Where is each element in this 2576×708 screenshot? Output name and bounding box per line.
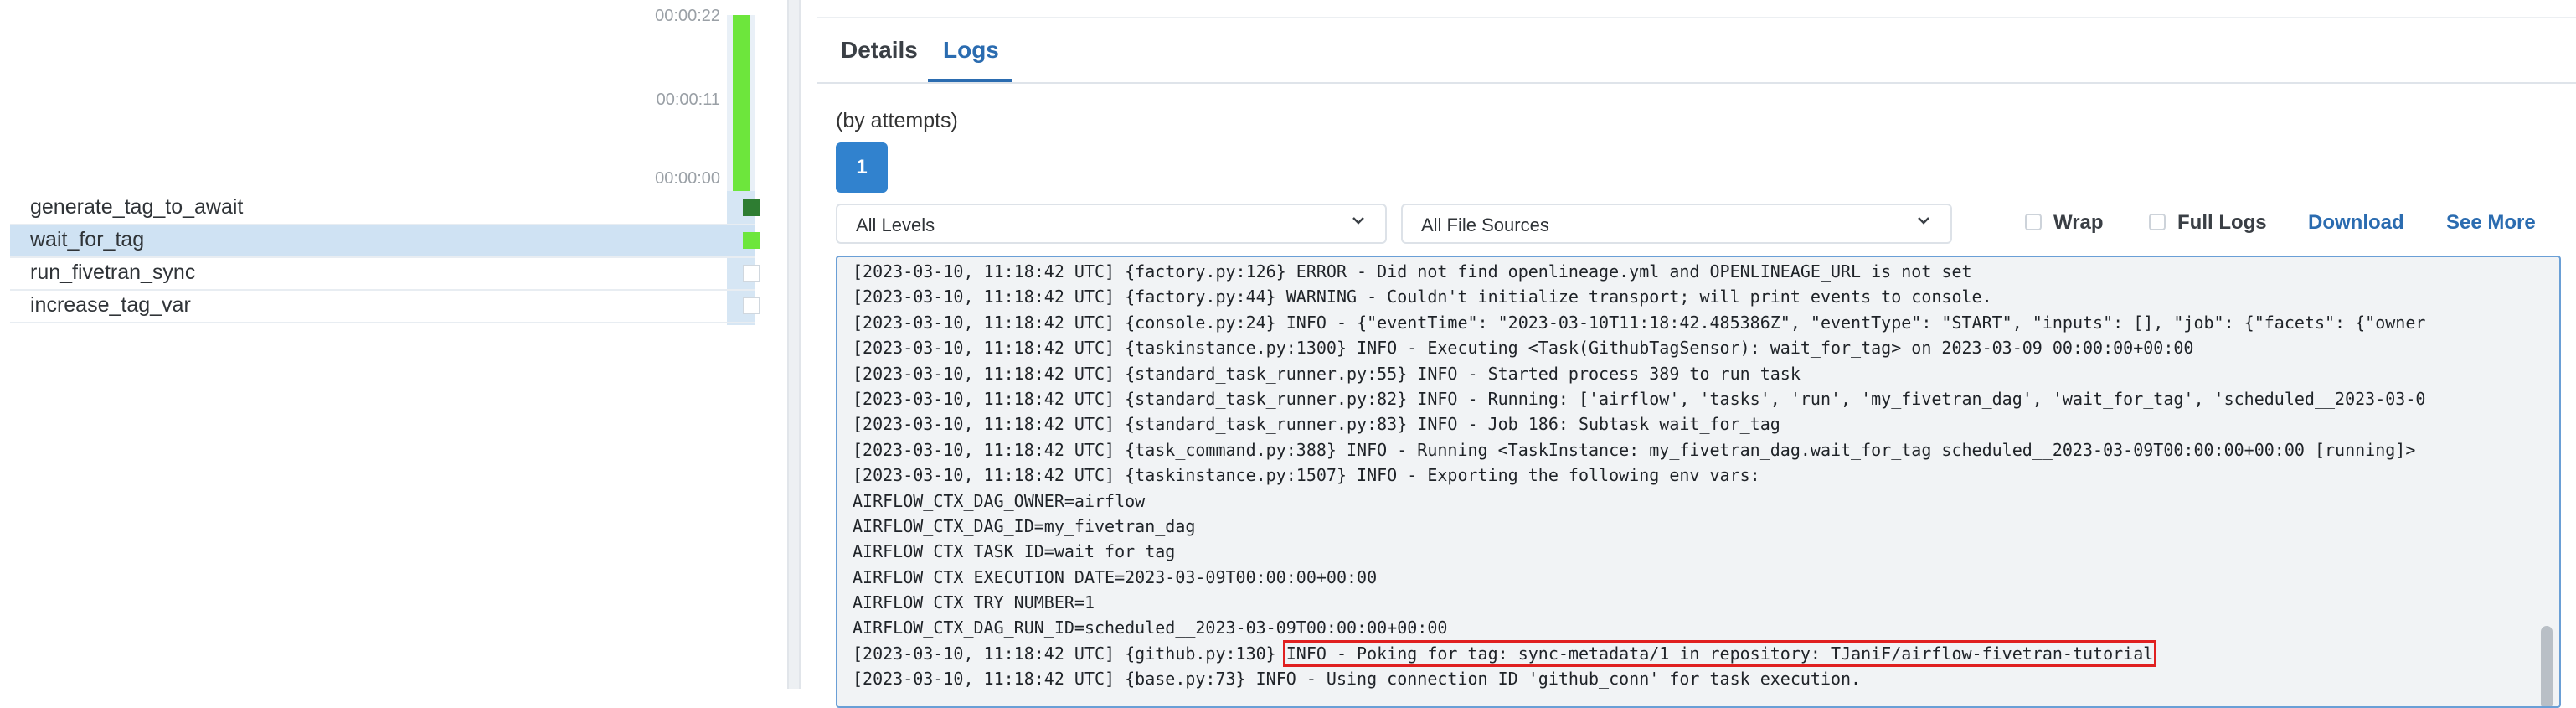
chevron-down-icon [1918, 217, 1929, 225]
task-name[interactable]: wait_for_tag [30, 228, 144, 252]
task-instance-none-square[interactable] [743, 265, 760, 282]
wrap-label: Wrap [2053, 211, 2104, 234]
log-line-text: AIRFLOW_CTX_DAG_ID=my_fivetran_dag [853, 515, 1196, 536]
log-line: [2023-03-10, 11:18:42 UTC] {standard_tas… [853, 386, 2425, 411]
log-line: AIRFLOW_CTX_DAG_ID=my_fivetran_dag [853, 514, 2425, 539]
file-source-select[interactable]: All File Sources [1401, 204, 1952, 244]
log-lines: [2023-03-10, 11:18:42 UTC] {factory.py:1… [853, 259, 2425, 692]
log-level-select[interactable]: All Levels [836, 204, 1387, 244]
dag-run-bar[interactable] [733, 15, 750, 191]
wrap-toggle[interactable]: Wrap [2025, 211, 2134, 236]
log-line-text: [2023-03-10, 11:18:42 UTC] {taskinstance… [853, 338, 2194, 359]
full-logs-label: Full Logs [2177, 211, 2267, 234]
log-line: [2023-03-10, 11:18:42 UTC] {standard_tas… [853, 361, 2425, 386]
top-divider [817, 17, 2576, 18]
log-line-text: AIRFLOW_CTX_EXECUTION_DATE=2023-03-09T00… [853, 566, 1378, 587]
log-line-text: [2023-03-10, 11:18:42 UTC] {task_command… [853, 439, 2416, 460]
tabs-divider [817, 82, 2576, 84]
panel-resize-divider[interactable] [787, 0, 801, 689]
log-line: [2023-03-10, 11:18:42 UTC] {taskinstance… [853, 335, 2425, 360]
task-instance-running-square[interactable] [743, 232, 760, 249]
duration-axis-label-min: 00:00:00 [655, 169, 720, 188]
grid-panel: 00:00:22 00:00:11 00:00:00 generate_tag_… [0, 0, 787, 689]
attempts-label: (by attempts) [836, 109, 958, 132]
highlighted-log-message: INFO - Poking for tag: sync-metadata/1 i… [1282, 639, 2157, 667]
log-line-text: [2023-03-10, 11:18:42 UTC] {console.py:2… [853, 312, 2426, 333]
log-line-text: [2023-03-10, 11:18:42 UTC] {taskinstance… [853, 465, 1760, 486]
log-line-text: [2023-03-10, 11:18:42 UTC] {standard_tas… [853, 414, 1780, 435]
task-instance-success-square[interactable] [743, 199, 760, 216]
tab-details[interactable]: Details [826, 32, 928, 82]
log-line-text: [2023-03-10, 11:18:42 UTC] {standard_tas… [853, 388, 2426, 409]
log-line-text: [2023-03-10, 11:18:42 UTC] {factory.py:1… [853, 261, 1972, 282]
details-panel: Details Logs (by attempts) 1 All Levels … [801, 0, 2576, 708]
log-line-text: [2023-03-10, 11:18:42 UTC] {standard_tas… [853, 363, 1801, 384]
log-line: [2023-03-10, 11:18:42 UTC] {factory.py:1… [853, 259, 2425, 284]
log-line: [2023-03-10, 11:18:42 UTC] {github.py:13… [853, 639, 2425, 667]
attempt-1-button[interactable]: 1 [836, 142, 888, 193]
task-name[interactable]: run_fivetran_sync [30, 261, 195, 285]
log-output[interactable]: [2023-03-10, 11:18:42 UTC] {factory.py:1… [836, 256, 2561, 708]
log-level-select-value: All Levels [856, 214, 935, 235]
log-line: [2023-03-10, 11:18:42 UTC] {base.py:73} … [853, 666, 2425, 691]
chevron-down-icon [1352, 217, 1364, 225]
duration-axis-label-mid: 00:00:11 [656, 90, 720, 109]
task-instance-none-square[interactable] [743, 297, 760, 314]
full-logs-toggle[interactable]: Full Logs [2149, 211, 2300, 236]
log-line: [2023-03-10, 11:18:42 UTC] {task_command… [853, 437, 2425, 463]
log-line: [2023-03-10, 11:18:42 UTC] {taskinstance… [853, 463, 2425, 488]
task-name[interactable]: generate_tag_to_await [30, 195, 243, 220]
task-row[interactable]: run_fivetran_sync [10, 257, 760, 291]
task-row[interactable]: wait_for_tag [10, 225, 760, 258]
run-duration-column [727, 15, 755, 191]
log-line: AIRFLOW_CTX_TASK_ID=wait_for_tag [853, 539, 2425, 564]
see-more-button[interactable]: See More [2446, 211, 2536, 235]
log-line-text: [2023-03-10, 11:18:42 UTC] {base.py:73} … [853, 669, 1862, 690]
log-scrollbar-thumb[interactable] [2541, 626, 2553, 706]
log-line: AIRFLOW_CTX_DAG_OWNER=airflow [853, 488, 2425, 514]
duration-axis-label-max: 00:00:22 [655, 7, 720, 25]
tab-logs[interactable]: Logs [928, 32, 1012, 82]
task-name[interactable]: increase_tag_var [30, 293, 191, 318]
log-line-text: AIRFLOW_CTX_DAG_RUN_ID=scheduled__2023-0… [853, 618, 1448, 638]
wrap-checkbox[interactable] [2025, 214, 2042, 230]
file-source-select-value: All File Sources [1421, 214, 1549, 235]
task-row[interactable]: generate_tag_to_await [10, 192, 760, 225]
log-line: AIRFLOW_CTX_TRY_NUMBER=1 [853, 590, 2425, 615]
log-line: AIRFLOW_CTX_DAG_RUN_ID=scheduled__2023-0… [853, 615, 2425, 640]
full-logs-checkbox[interactable] [2149, 214, 2166, 230]
log-line: [2023-03-10, 11:18:42 UTC] {console.py:2… [853, 310, 2425, 335]
log-line-text: AIRFLOW_CTX_DAG_OWNER=airflow [853, 490, 1146, 511]
log-line: [2023-03-10, 11:18:42 UTC] {standard_tas… [853, 411, 2425, 437]
download-button[interactable]: Download [2308, 211, 2404, 235]
log-line-text: [2023-03-10, 11:18:42 UTC] {github.py:13… [853, 643, 1286, 664]
log-line-text: [2023-03-10, 11:18:42 UTC] {factory.py:4… [853, 287, 1992, 307]
log-line: [2023-03-10, 11:18:42 UTC] {factory.py:4… [853, 284, 2425, 309]
log-line-text: AIRFLOW_CTX_TASK_ID=wait_for_tag [853, 541, 1176, 562]
log-line: AIRFLOW_CTX_EXECUTION_DATE=2023-03-09T00… [853, 565, 2425, 590]
task-row[interactable]: increase_tag_var [10, 290, 760, 323]
log-line-text: AIRFLOW_CTX_TRY_NUMBER=1 [853, 592, 1095, 613]
